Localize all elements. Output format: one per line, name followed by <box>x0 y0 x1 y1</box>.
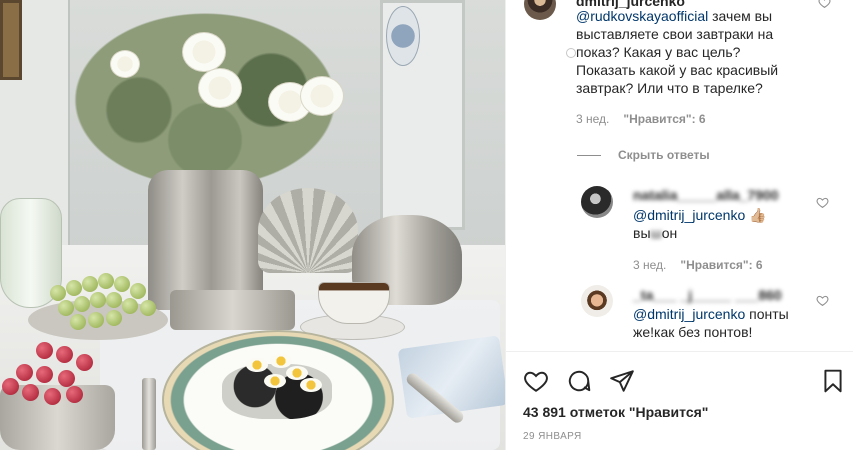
heart-icon[interactable] <box>523 368 549 394</box>
rose-flower <box>300 76 344 116</box>
grape <box>50 285 66 301</box>
grape <box>140 300 156 316</box>
egg-slice <box>270 354 292 368</box>
comment-time[interactable]: 3 нед. <box>633 258 666 272</box>
grape <box>74 296 90 312</box>
mention-link[interactable]: @dmitrij_jurcenko <box>633 306 745 322</box>
egg-slice <box>246 358 268 372</box>
mention-link[interactable]: @rudkovskayaofficial <box>576 8 708 24</box>
replies-divider <box>577 155 601 156</box>
raspberry <box>2 378 19 395</box>
raspberry <box>22 384 39 401</box>
raspberry <box>16 364 33 381</box>
raspberry <box>44 388 61 405</box>
sparkle-icon <box>565 46 577 58</box>
reply-text: @dmitrij_jurcenko 👍🏼 вышон <box>633 207 767 241</box>
comment-likes-link[interactable]: "Нравится": 6 <box>623 112 705 126</box>
avatar[interactable] <box>524 0 556 20</box>
grape <box>66 280 82 296</box>
silver-shell-dish <box>258 188 358 273</box>
raspberry <box>58 370 75 387</box>
rose-flower <box>182 32 226 72</box>
avatar[interactable] <box>581 285 613 317</box>
comment-meta: 3 нед. "Нравится": 6 <box>576 112 706 126</box>
raspberry <box>36 342 53 359</box>
rose-flower <box>110 50 140 78</box>
raspberry <box>36 366 53 383</box>
grape <box>88 312 104 328</box>
wall-plate <box>386 6 420 66</box>
egg-slice <box>264 374 286 388</box>
reply-meta: 3 нед. "Нравится": 6 <box>633 258 763 272</box>
avatar[interactable] <box>581 186 613 218</box>
comment-time[interactable]: 3 нед. <box>576 112 609 126</box>
grape <box>98 273 114 289</box>
grape <box>82 276 98 292</box>
post-date[interactable]: 29 января <box>523 431 582 442</box>
egg-slice <box>300 378 322 392</box>
post-actions: 43 891 отметок "Нравится" 29 января <box>506 351 853 450</box>
thumbs-up-emoji: 👍🏼 <box>749 207 767 223</box>
comment-likes-link[interactable]: "Нравится": 6 <box>680 258 762 272</box>
reply-text: @dmitrij_jurcenko понты же!как без понто… <box>633 306 789 340</box>
post-photo[interactable] <box>0 0 505 450</box>
raspberry <box>66 386 83 403</box>
silver-vase <box>148 170 263 310</box>
grape <box>106 292 122 308</box>
bookmark-icon[interactable] <box>820 368 846 394</box>
post-comments-panel: dmitrij_jurcenko @rudkovskayaofficial за… <box>505 0 853 450</box>
comment-text: @rudkovskayaofficial зачем вы выставляет… <box>576 8 779 96</box>
raspberry <box>76 354 93 371</box>
grape <box>114 276 130 292</box>
grape <box>130 283 146 299</box>
rose-flower <box>198 68 242 108</box>
grape <box>58 300 74 316</box>
grape <box>106 310 122 326</box>
mention-link[interactable]: @dmitrij_jurcenko <box>633 207 745 223</box>
hide-replies-button[interactable]: Скрыть ответы <box>618 148 710 162</box>
fork <box>142 378 156 450</box>
grape <box>122 298 138 314</box>
vase-base <box>170 290 295 330</box>
likes-count[interactable]: 43 891 отметок "Нравится" <box>523 404 708 420</box>
grape <box>70 314 86 330</box>
reply-username[interactable]: natalia_____alla_7900 <box>633 186 779 204</box>
heart-icon[interactable] <box>816 196 829 209</box>
grape <box>90 292 106 308</box>
raspberry <box>56 346 73 363</box>
caviar-dish <box>222 364 332 419</box>
share-icon[interactable] <box>609 368 635 394</box>
picture-frame <box>0 0 22 80</box>
reply-username[interactable]: _ta___ _j_____ ___860 <box>633 286 782 304</box>
heart-icon[interactable] <box>816 294 829 307</box>
comment-icon[interactable] <box>566 368 592 394</box>
